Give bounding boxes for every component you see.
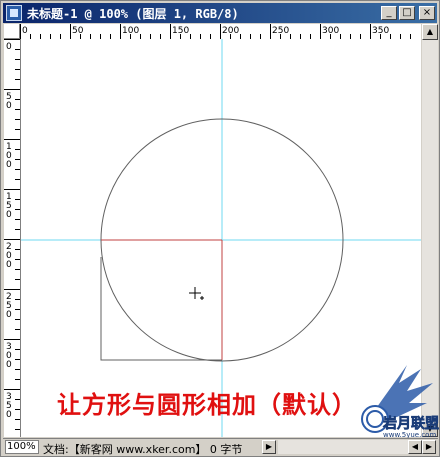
vertical-ruler-ticks: 050100150200250300350 — [4, 39, 20, 430]
ruler-label: 0 — [6, 410, 12, 420]
ruler-label: 0 — [6, 360, 12, 370]
ruler-label: 100 — [122, 26, 139, 36]
zoom-level-field[interactable]: 100% — [5, 440, 39, 454]
minimize-button[interactable]: _ — [381, 6, 397, 20]
ruler-label: 200 — [222, 26, 239, 36]
status-bar: 100% 文档:【新客网 www.xker.com】 0 字节 ▶ ◀ ▶ — [3, 438, 438, 456]
ruler-label: 0 — [6, 42, 12, 52]
maximize-button[interactable]: □ — [399, 6, 415, 20]
vertical-ruler[interactable]: 050100150200250300350 — [4, 39, 21, 437]
watermark-logo-text: 岩月联盟 — [383, 416, 440, 433]
photoshop-document-icon[interactable] — [6, 5, 22, 21]
title-bar[interactable]: 未标题-1 @ 100% (图层 1, RGB/8) _ □ × — [3, 3, 437, 23]
horizontal-scroll-track[interactable] — [278, 440, 408, 454]
scroll-up-icon[interactable]: ▲ — [422, 24, 438, 40]
scroll-left-icon[interactable]: ◀ — [408, 440, 422, 454]
caption-text: 让方形与圆形相加（默认） — [57, 391, 357, 419]
ruler-label: 250 — [272, 26, 289, 36]
ruler-label: 350 — [372, 26, 389, 36]
document-window: 未标题-1 @ 100% (图层 1, RGB/8) _ □ × 0 50 100 1… — [0, 0, 440, 457]
ruler-label: 0 — [22, 26, 28, 36]
scroll-right-icon[interactable]: ▶ — [422, 440, 436, 454]
horizontal-ruler[interactable]: 0 50 100 150 200 250 300 350 — [20, 24, 421, 40]
horizontal-ruler-ticks: 0 50 100 150 200 250 300 350 — [20, 24, 411, 39]
ruler-label: 0 — [6, 210, 12, 220]
ruler-label: 300 — [322, 26, 339, 36]
crosshair-icon — [189, 287, 204, 300]
status-menu-arrow-icon[interactable]: ▶ — [262, 440, 276, 454]
ruler-origin[interactable] — [4, 24, 20, 39]
document-info[interactable]: 文档:【新客网 www.xker.com】 0 字节 — [43, 441, 242, 457]
ruler-label: 150 — [172, 26, 189, 36]
window-title: 未标题-1 @ 100% (图层 1, RGB/8) — [27, 7, 239, 21]
ruler-label: 0 — [6, 260, 12, 270]
ruler-label: 0 — [6, 101, 12, 111]
ruler-label: 50 — [72, 26, 84, 36]
ruler-label: 0 — [6, 160, 12, 170]
site-watermark: 岩月联盟 www.5yue.com — [337, 361, 440, 441]
close-button[interactable]: × — [419, 6, 435, 20]
ruler-label: 0 — [6, 310, 12, 320]
